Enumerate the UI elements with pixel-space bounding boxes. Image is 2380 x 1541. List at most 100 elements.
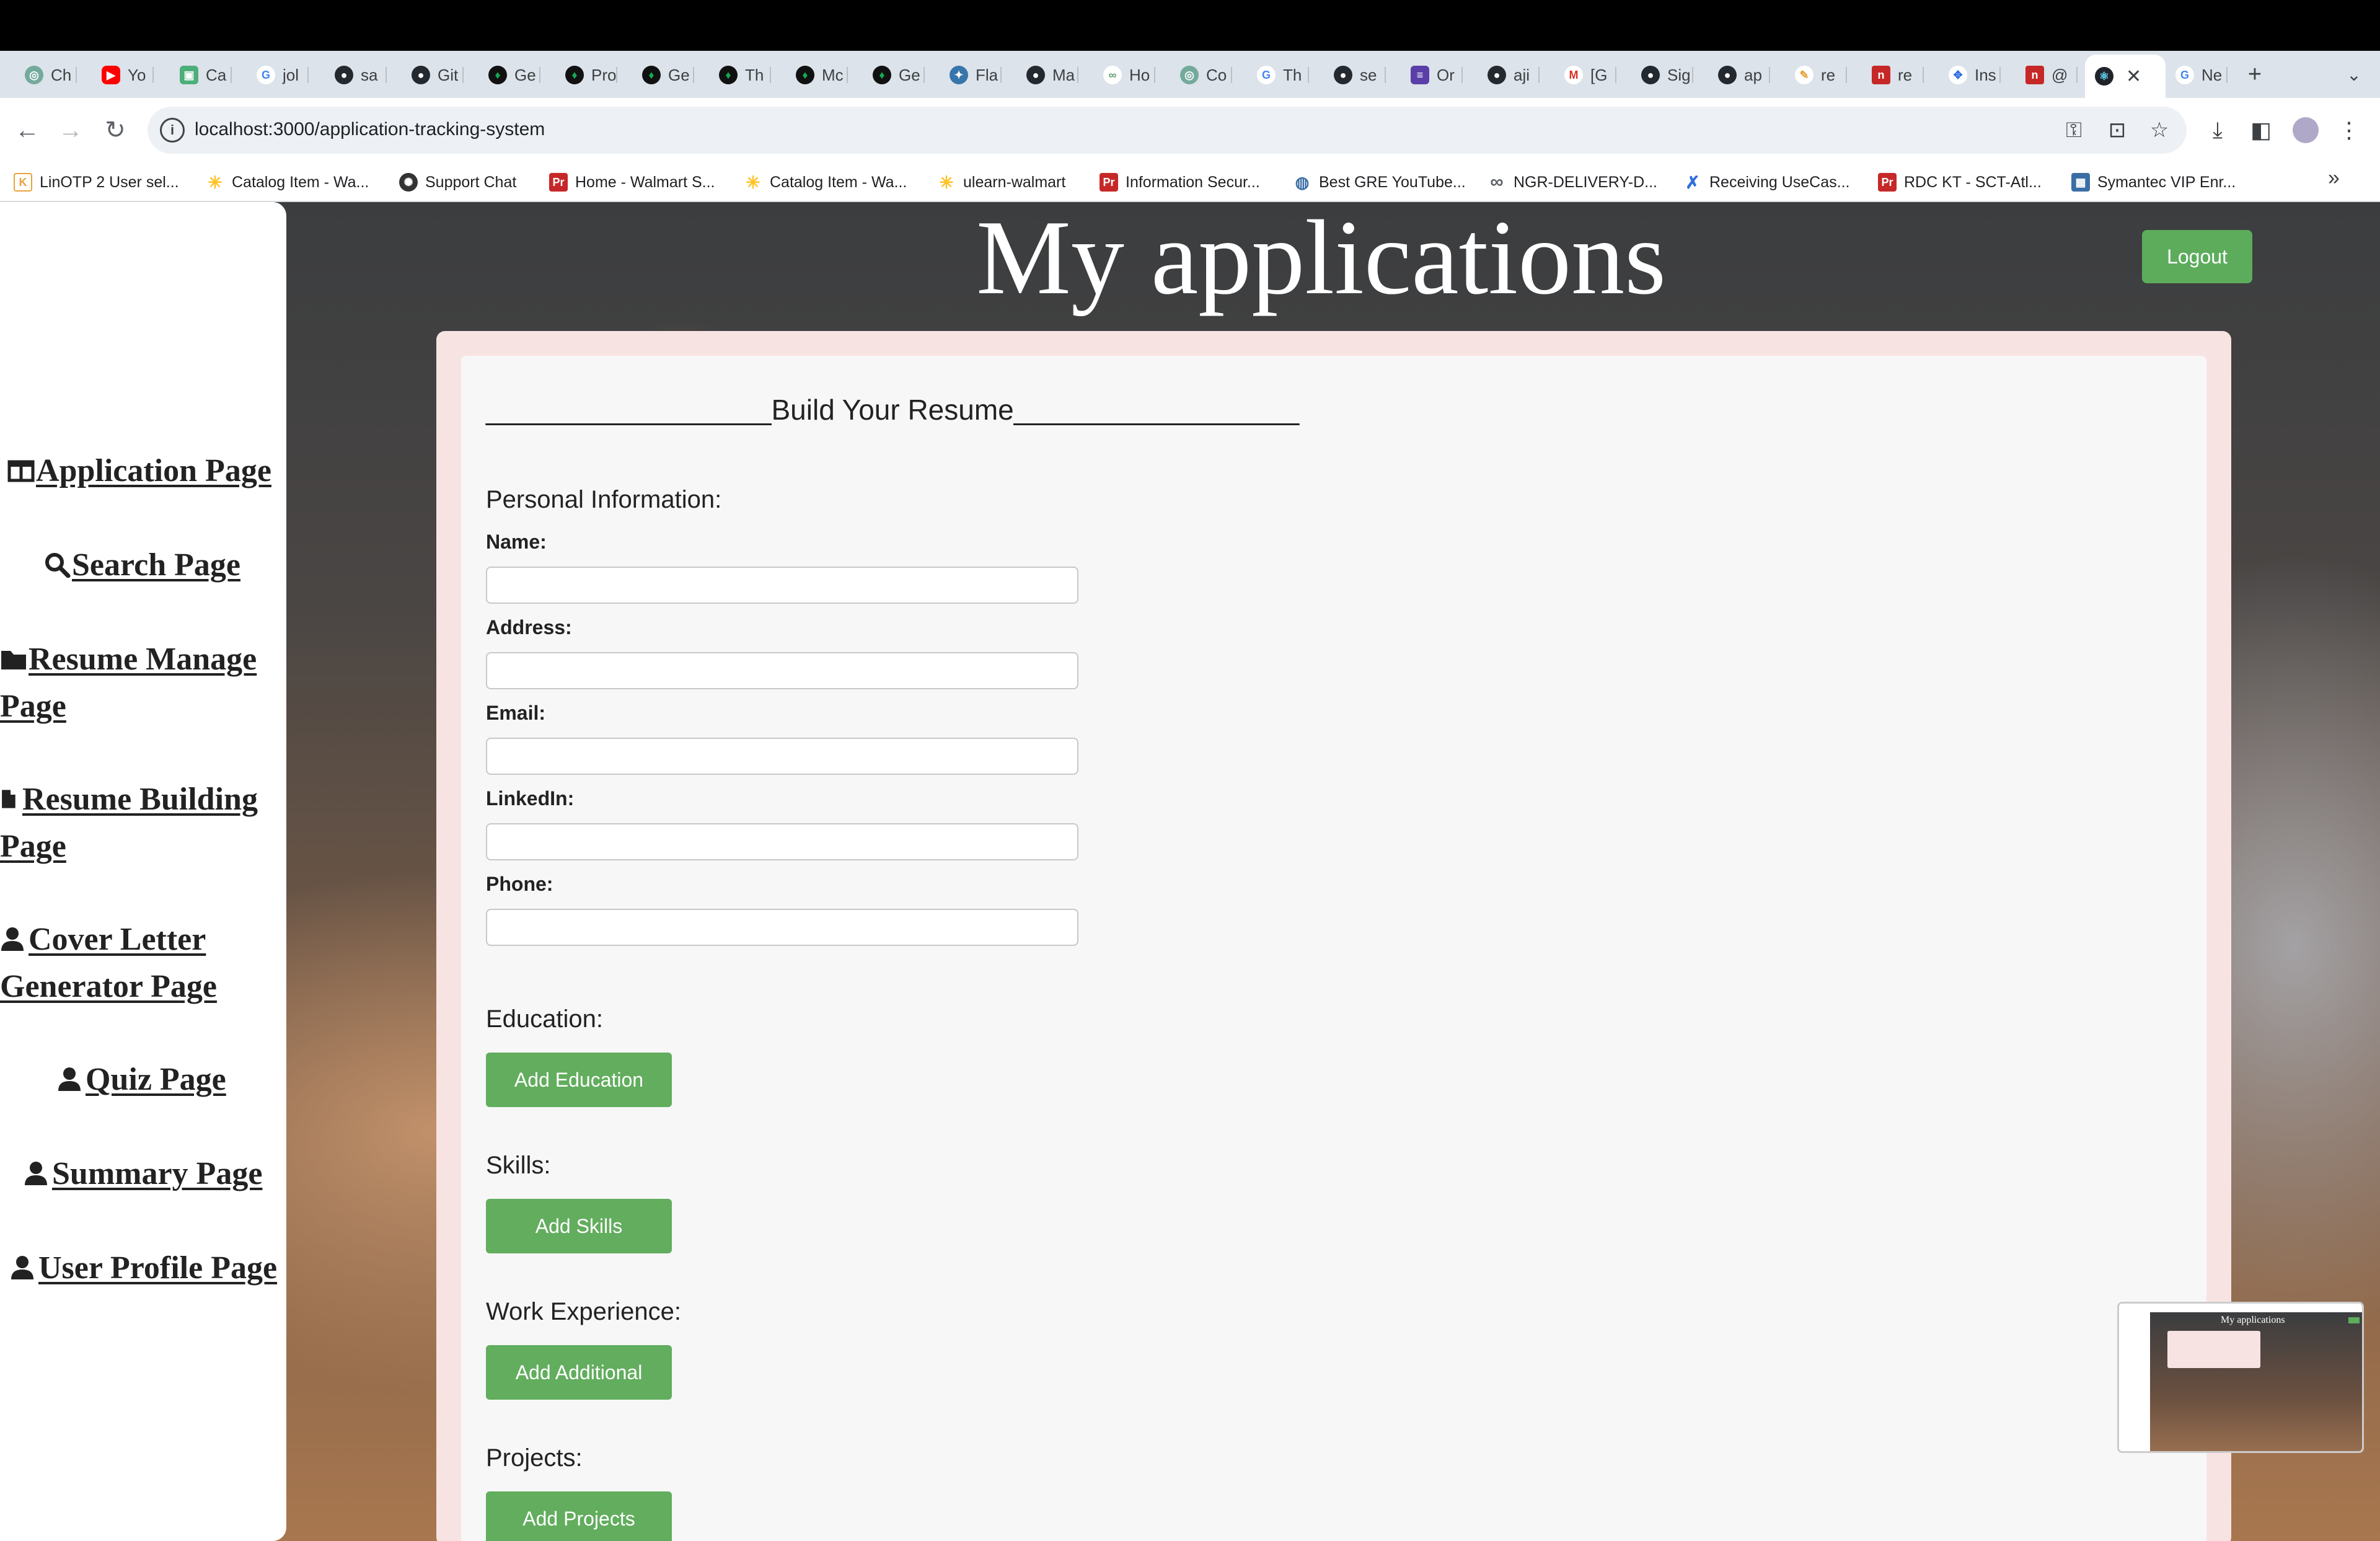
close-tab-icon[interactable]: ✕ (2126, 66, 2141, 87)
logout-button[interactable]: Logout (2142, 230, 2252, 283)
sidebar-item-quiz[interactable]: Quiz Page (57, 1056, 226, 1103)
name-label: Name: (486, 531, 547, 553)
user-icon (58, 1067, 81, 1091)
tab-10[interactable]: ♦ Mc (790, 60, 848, 91)
sidebar-item-label: Resume Manage (29, 642, 257, 677)
tab-6[interactable]: ♦ Ge (482, 60, 540, 91)
tab-14[interactable]: ∞ Ho (1097, 60, 1155, 91)
tab-3[interactable]: Gjol (250, 60, 309, 91)
tab-4[interactable]: ● sa (328, 60, 387, 91)
tab-2[interactable]: ▣ Ca (174, 60, 232, 91)
phone-field[interactable] (486, 909, 1078, 946)
tab-12[interactable]: ✦ Fla (943, 60, 1002, 91)
new-tab-icon[interactable]: + (2240, 60, 2270, 89)
add-skills-button[interactable]: Add Skills (486, 1199, 672, 1253)
tab-25[interactable]: ✥ Ins (1942, 60, 2001, 91)
tab-7[interactable]: ♦ Pro (559, 60, 617, 91)
side-panel-icon[interactable]: ◧ (2242, 112, 2280, 149)
build-resume-heading: __________________Build Your Resume_____… (486, 394, 1300, 426)
tab-label: Git (438, 65, 459, 84)
tab-23[interactable]: ✎ re (1789, 60, 1847, 91)
bookmark-item[interactable]: ✺ Support Chat (399, 170, 516, 195)
tab-19[interactable]: ● aji (1481, 60, 1540, 91)
tab-11[interactable]: ♦ Ge (866, 60, 925, 91)
download-icon[interactable]: ⤓ (2199, 112, 2236, 149)
sidebar-item-label: Resume Building (22, 782, 258, 817)
education-label: Education: (486, 1005, 604, 1033)
tab-active[interactable]: ⚛ ✕ (2085, 55, 2166, 98)
bookmark-item[interactable]: ▦ Symantec VIP Enr... (2071, 170, 2236, 195)
k-icon: K (14, 173, 32, 192)
email-label: Email: (486, 702, 546, 724)
sidebar-item-cover-letter[interactable]: Cover Letter Generator Page (0, 916, 217, 1010)
chevron-double-right-icon[interactable]: » (2328, 166, 2340, 190)
sidebar-item-resume-building[interactable]: Resume Building Page (0, 776, 258, 870)
chat-icon: ✺ (399, 173, 418, 192)
tab-8[interactable]: ♦ Ge (636, 60, 694, 91)
github-icon: ● (412, 66, 430, 84)
kebab-menu-icon[interactable]: ⋮ (2330, 112, 2368, 149)
address-field[interactable] (486, 652, 1078, 689)
sidebar-item-resume-manage[interactable]: Resume Manage Page (0, 636, 257, 730)
sidebar-item-user-profile[interactable]: User Profile Page (10, 1245, 277, 1292)
sidebar-item-label: Application Page (36, 453, 271, 488)
tab-16[interactable]: G Th (1251, 60, 1309, 91)
address-bar[interactable]: i localhost:3000/application-tracking-sy… (148, 107, 2187, 154)
sidebar-item-search[interactable]: Search Page (43, 542, 240, 589)
bookmark-item[interactable]: ✳ Catalog Item - Wa... (744, 170, 907, 195)
bookmark-item[interactable]: ◍ Best GRE YouTube... (1293, 170, 1466, 195)
mongodb-icon: ♦ (565, 66, 584, 84)
tab-15[interactable]: ◎ Co (1174, 60, 1232, 91)
add-projects-button[interactable]: Add Projects (486, 1491, 672, 1541)
reload-icon[interactable]: ↻ (97, 112, 134, 149)
tab-18[interactable]: ≡ Or (1404, 60, 1463, 91)
linkedin-field[interactable] (486, 823, 1078, 860)
bookmarks-bar: K LinOTP 2 User sel... ✳ Catalog Item - Wa… (0, 162, 2380, 202)
bookmark-item[interactable]: ∞ NGR-DELIVERY-D... (1488, 170, 1657, 195)
tab-26[interactable]: n @ (2019, 60, 2078, 91)
add-additional-button[interactable]: Add Additional (486, 1345, 672, 1400)
tab-28[interactable]: G Ne (2169, 60, 2228, 91)
tab-label: Ho (1129, 65, 1150, 84)
pip-logout (2348, 1317, 2360, 1323)
sidebar-item-application[interactable]: Application Page (7, 448, 271, 495)
bookmark-item[interactable]: ✳ ulearn-walmart (937, 170, 1065, 195)
google-icon: G (257, 66, 275, 84)
email-field[interactable] (486, 738, 1078, 775)
tab-13[interactable]: ● Ma (1020, 60, 1078, 91)
chevron-down-icon[interactable]: ⌄ (2339, 60, 2369, 89)
tab-label: Or (1437, 65, 1455, 84)
install-app-icon[interactable]: ⊡ (2102, 115, 2132, 145)
key-icon[interactable]: ⚿ (2059, 115, 2089, 145)
forward-arrow-icon[interactable]: → (52, 112, 89, 149)
tab-22[interactable]: ● ap (1712, 60, 1770, 91)
sidebar-item-label-line2: Page (0, 689, 66, 724)
sidebar-item-label-line2: Generator Page (0, 969, 217, 1004)
bookmark-item[interactable]: Pr RDC KT - SCT-Atl... (1878, 170, 2042, 195)
bookmark-item[interactable]: Pr Home - Walmart S... (549, 170, 715, 195)
tab-17[interactable]: ● se (1328, 60, 1386, 91)
bookmark-item[interactable]: K LinOTP 2 User sel... (14, 170, 179, 195)
bookmark-star-icon[interactable]: ☆ (2144, 115, 2174, 145)
tab-0[interactable]: ◎ Ch (19, 60, 77, 91)
bookmark-item[interactable]: Pr Information Secur... (1100, 170, 1260, 195)
sidebar-item-summary[interactable]: Summary Page (24, 1150, 262, 1198)
tab-1[interactable]: ▶ Yo (95, 60, 154, 91)
back-arrow-icon[interactable]: ← (9, 112, 46, 149)
add-education-button[interactable]: Add Education (486, 1053, 672, 1107)
picture-in-picture-preview[interactable]: My applications (2117, 1302, 2364, 1453)
tab-20[interactable]: M [G (1558, 60, 1616, 91)
bookmark-item[interactable]: ✗ Receiving UseCas... (1683, 170, 1849, 195)
mongodb-icon: ♦ (873, 66, 891, 84)
tab-9[interactable]: ♦ Th (713, 60, 771, 91)
site-info-icon[interactable]: i (160, 118, 185, 143)
bookmark-label: LinOTP 2 User sel... (40, 173, 179, 191)
url-text[interactable]: localhost:3000/application-tracking-syst… (195, 119, 545, 140)
tab-21[interactable]: ● Sig (1635, 60, 1693, 91)
tab-24[interactable]: n re (1866, 60, 1924, 91)
tab-5[interactable]: ● Git (405, 60, 464, 91)
profile-avatar-icon[interactable] (2287, 112, 2324, 149)
bookmark-label: NGR-DELIVERY-D... (1514, 173, 1658, 191)
bookmark-item[interactable]: ✳ Catalog Item - Wa... (206, 170, 369, 195)
name-field[interactable] (486, 567, 1078, 604)
